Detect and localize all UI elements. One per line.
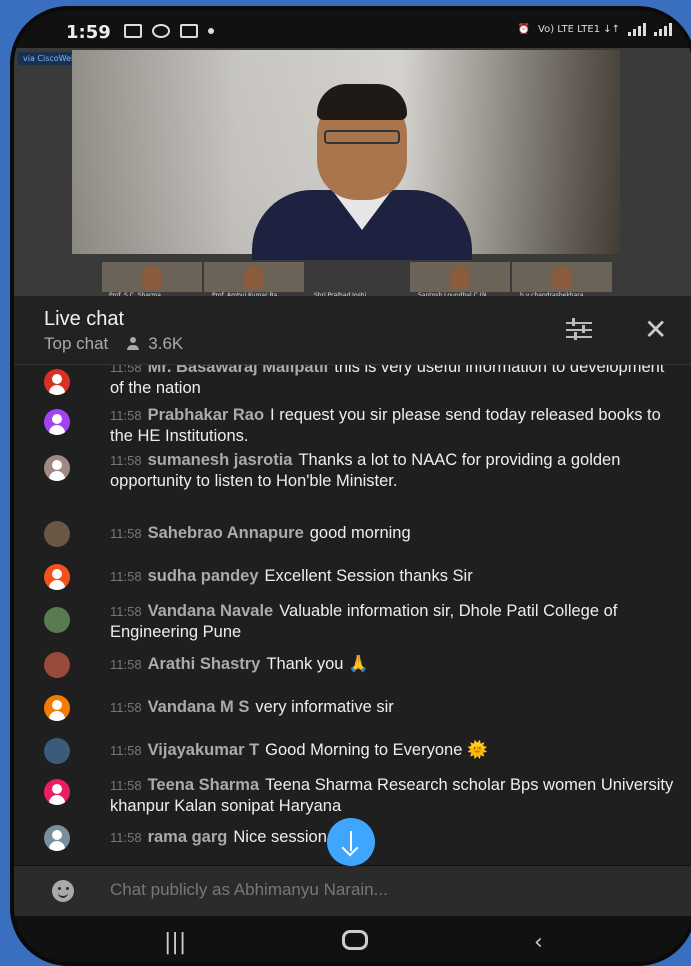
participant-thumb	[102, 262, 202, 292]
chat-message: 11:58 rama garg Nice session	[110, 828, 327, 846]
live-chat-title: Live chat	[44, 308, 125, 330]
system-icons: ⏰ Vo) LTE LTE1 ↓↑	[518, 22, 672, 36]
participant-thumb	[410, 262, 510, 292]
avatar	[44, 607, 70, 633]
chat-message: 11:58 Vandana Navale Valuable information …	[110, 602, 618, 641]
emoji-icon[interactable]	[52, 880, 74, 902]
avatar	[44, 564, 70, 590]
participant-thumb	[204, 262, 304, 292]
tune-icon[interactable]	[564, 318, 594, 340]
signal-icon	[628, 22, 646, 36]
chat-message: 11:58 Prabhakar Rao I request you sir plea…	[110, 406, 661, 445]
participant-thumbnails: Prof. S.C. Sharma Prof. Ambuj Kumar Ra S…	[14, 262, 691, 299]
top-chat-selector[interactable]: Top chat	[44, 334, 108, 354]
avatar	[44, 779, 70, 805]
chat-message: 11:58 Sahebrao Annapure good morning	[110, 524, 411, 542]
viewer-count-label: 3.6K	[148, 334, 184, 353]
chat-message: 11:58 sudha pandey Excellent Session thank…	[110, 567, 473, 585]
home-icon[interactable]	[342, 930, 368, 950]
dot-icon	[208, 28, 214, 34]
status-time: 1:59	[66, 22, 111, 43]
avatar	[44, 825, 70, 851]
avatar	[44, 652, 70, 678]
avatar	[44, 521, 70, 547]
back-icon[interactable]: ‹	[534, 930, 543, 955]
avatar	[44, 409, 70, 435]
participant-thumb	[512, 262, 612, 292]
chat-message: 11:58 Vandana M Svery informative sir	[110, 698, 394, 716]
whatsapp-icon	[152, 24, 170, 38]
network-label: Vo) LTE LTE1 ↓↑	[538, 23, 620, 35]
signal-icon-2	[654, 22, 672, 36]
chat-message: 11:58 Mr. Basawaraj Malipatil this is very…	[110, 365, 665, 397]
chat-message: 11:58 Vijayakumar T Good Morning to Everyo…	[110, 741, 488, 759]
chat-input-placeholder[interactable]: Chat publicly as Abhimanyu Narain...	[110, 880, 388, 900]
chat-message: 11:58 Teena Sharma Teena Sharma Research s…	[110, 776, 674, 815]
speaker-figure	[232, 84, 482, 260]
gallery-icon	[124, 24, 142, 38]
main-video-feed	[72, 50, 620, 260]
android-nav-bar: ||| ‹	[14, 916, 691, 956]
chat-list[interactable]: 11:58 Mr. Basawaraj Malipatil this is very…	[14, 365, 691, 865]
chat-message: 11:58 Arathi Shastry Thank you 🙏	[110, 655, 369, 673]
chat-input-bar[interactable]: Chat publicly as Abhimanyu Narain...	[14, 866, 691, 916]
alarm-icon: ⏰	[517, 23, 531, 35]
close-icon[interactable]: ✕	[644, 316, 667, 344]
viewer-count: 3.6K	[126, 334, 183, 354]
person-icon	[126, 337, 140, 351]
scroll-to-bottom-button[interactable]	[327, 818, 375, 866]
chat-message: 11:58 sumanesh jasrotia Thanks a lot to NA…	[110, 451, 621, 490]
video-player[interactable]: via CiscoWebex Prof. S.C. Sharma Prof. A…	[14, 48, 691, 299]
notification-icons	[124, 24, 214, 38]
phone-frame: 1:59 ⏰ Vo) LTE LTE1 ↓↑ via CiscoWebex Li…	[10, 6, 691, 966]
avatar	[44, 738, 70, 764]
avatar	[44, 455, 70, 481]
live-chat-header: Live chat Top chat 3.6K ✕	[14, 296, 691, 365]
avatar	[44, 695, 70, 721]
avatar	[44, 369, 70, 395]
recent-apps-icon[interactable]: |||	[164, 930, 186, 955]
hotstar-icon	[180, 24, 198, 38]
